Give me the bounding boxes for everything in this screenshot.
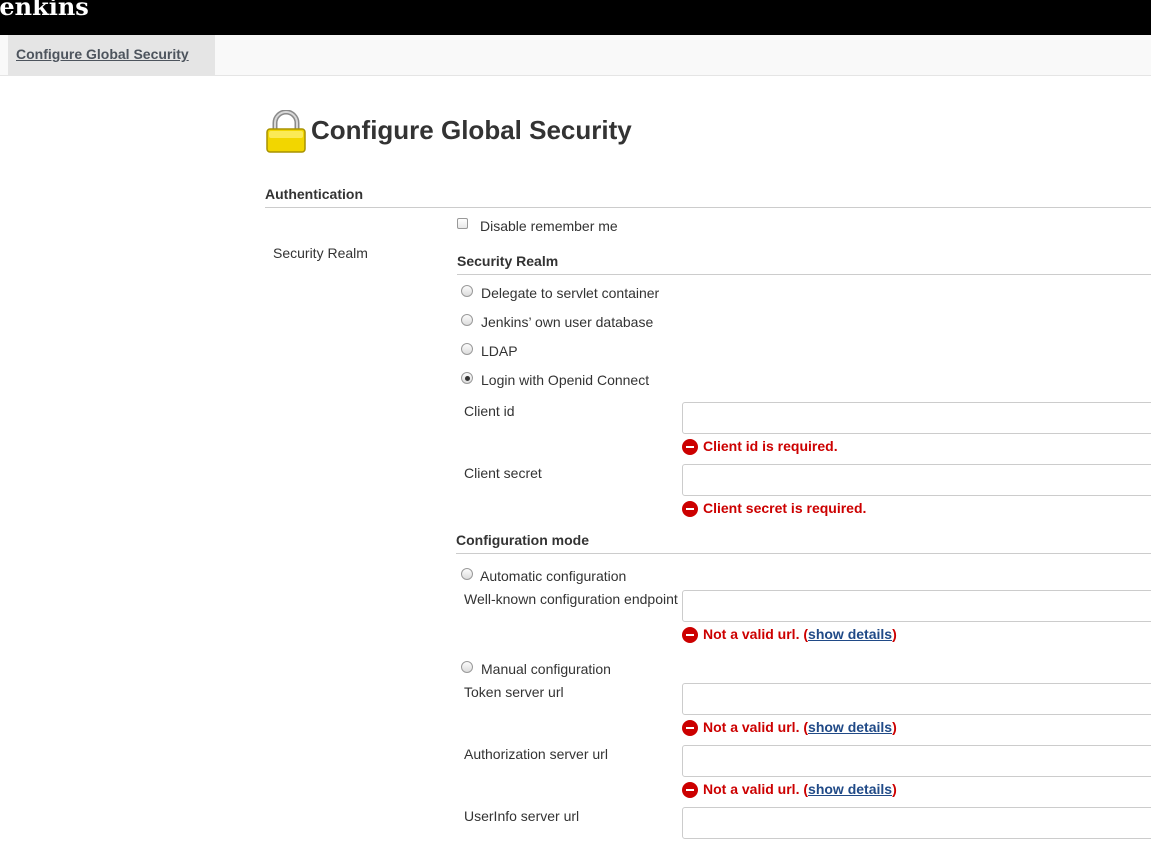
configuration-mode-divider [456,553,1151,554]
userinfo-server-url-label: UserInfo server url [464,808,580,824]
authentication-heading: Authentication [265,186,363,202]
page-title: Configure Global Security [311,115,632,145]
error-icon [682,439,698,455]
well-known-error-message: Not a valid url. [703,626,800,642]
breadcrumb-configure-global-security[interactable]: Configure Global Security [16,46,189,62]
token-url-show-details-link[interactable]: show details [808,719,892,735]
option-openid-connect-label[interactable]: Login with Openid Connect [481,372,649,388]
well-known-endpoint-label: Well-known configuration endpoint [464,591,678,607]
radio-ldap[interactable] [461,343,473,355]
radio-automatic-configuration[interactable] [461,568,473,580]
error-icon [682,782,698,798]
disable-remember-me-label[interactable]: Disable remember me [480,218,618,234]
security-realm-heading: Security Realm [457,253,559,269]
well-known-endpoint-input[interactable] [682,590,1151,622]
radio-manual-configuration[interactable] [461,661,473,673]
error-icon [682,720,698,736]
option-ldap-label[interactable]: LDAP [481,343,518,359]
client-id-label: Client id [464,403,515,419]
radio-jenkins-user-database[interactable] [461,314,473,326]
auth-url-error-text: Not a valid url. (show details) [703,781,897,797]
client-secret-error-text: Client secret is required. [703,500,867,516]
token-url-error-text: Not a valid url. (show details) [703,719,897,735]
well-known-error-text: Not a valid url. (show details) [703,626,897,642]
option-jenkins-user-database-label[interactable]: Jenkins’ own user database [481,314,653,330]
authorization-server-url-label: Authorization server url [464,746,608,762]
configuration-mode-heading: Configuration mode [456,532,589,548]
token-server-url-input[interactable] [682,683,1151,715]
auth-url-error-message: Not a valid url. [703,781,800,797]
jenkins-brand-logo[interactable]: Jenkins [0,0,89,21]
userinfo-server-url-input[interactable] [682,807,1151,839]
breadcrumb-bar: Configure Global Security [0,35,1151,76]
client-id-error-text: Client id is required. [703,438,838,454]
auth-url-show-details-link[interactable]: show details [808,781,892,797]
token-url-error-message: Not a valid url. [703,719,800,735]
option-delegate-servlet-label[interactable]: Delegate to servlet container [481,285,659,301]
authorization-server-url-input[interactable] [682,745,1151,777]
error-icon [682,501,698,517]
client-secret-label: Client secret [464,465,542,481]
manual-configuration-label[interactable]: Manual configuration [481,661,611,677]
radio-openid-connect[interactable] [461,372,473,384]
breadcrumb: Configure Global Security [8,35,215,75]
authentication-divider [265,207,1151,208]
security-realm-side-label: Security Realm [273,245,368,261]
security-realm-divider [457,274,1151,275]
top-header-bar: Jenkins [0,0,1151,35]
token-server-url-label: Token server url [464,684,564,700]
client-secret-input[interactable] [682,464,1151,496]
error-icon [682,627,698,643]
disable-remember-me-checkbox[interactable] [457,218,468,229]
lock-icon [266,110,306,153]
radio-delegate-servlet[interactable] [461,285,473,297]
automatic-configuration-label[interactable]: Automatic configuration [480,568,626,584]
well-known-show-details-link[interactable]: show details [808,626,892,642]
client-id-input[interactable] [682,402,1151,434]
